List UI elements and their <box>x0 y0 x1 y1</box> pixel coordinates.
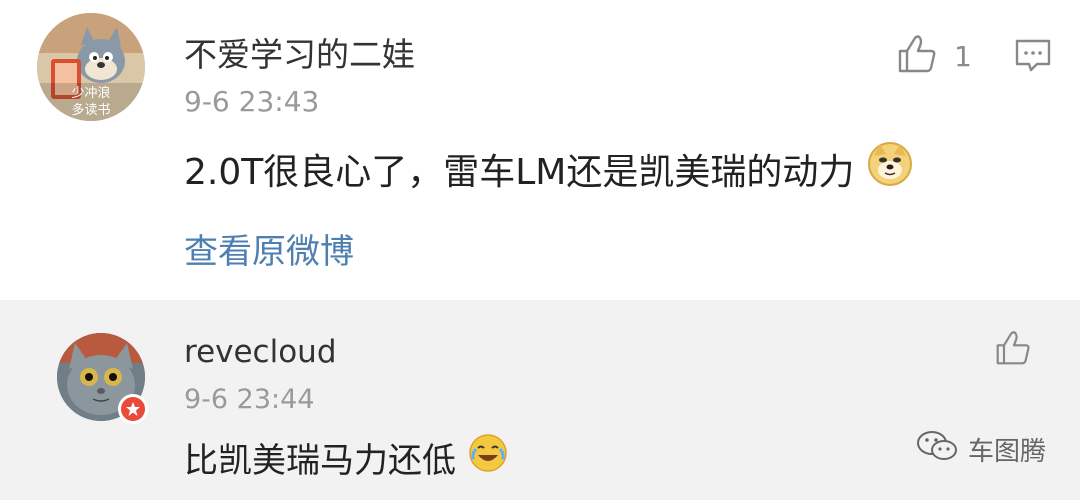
doge-emoji-icon <box>866 140 914 197</box>
like-button[interactable]: 1 <box>896 34 972 78</box>
thumbs-up-icon <box>994 330 1032 370</box>
reply-button[interactable] <box>1014 38 1052 78</box>
laugh-cry-emoji-icon <box>468 433 508 482</box>
wechat-watermark: 车图腾 <box>916 429 1046 470</box>
verified-badge-icon <box>118 394 148 424</box>
username[interactable]: 不爱学习的二娃 <box>184 28 415 76</box>
comment-item: 少冲浪 多读书 不爱学习的二娃 9-6 23:43 2.0T很良心了，雷车LM还… <box>0 0 1080 300</box>
comment-item: revecloud 9-6 23:44 比凯美瑞马力还低 <box>0 300 1080 500</box>
timestamp: 9-6 23:44 <box>184 384 315 415</box>
timestamp: 9-6 23:43 <box>184 85 320 118</box>
thumbs-up-icon <box>896 34 938 78</box>
comment-text: 2.0T很良心了，雷车LM还是凯美瑞的动力 <box>184 151 855 193</box>
wechat-icon <box>916 429 968 470</box>
avatar-label-2: 多读书 <box>71 102 110 118</box>
comment-icon <box>1014 39 1052 78</box>
username[interactable]: revecloud <box>184 334 337 370</box>
watermark-text: 车图腾 <box>967 437 1046 467</box>
avatar[interactable]: 少冲浪 多读书 <box>37 13 145 121</box>
avatar-label-1: 少冲浪 <box>71 86 110 101</box>
comment-text-row: 2.0T很良心了，雷车LM还是凯美瑞的动力 <box>184 140 914 197</box>
comment-text: 比凯美瑞马力还低 <box>184 441 456 481</box>
like-button[interactable] <box>994 330 1032 370</box>
view-original-weibo-link[interactable]: 查看原微博 <box>184 224 354 273</box>
like-count: 1 <box>954 39 972 73</box>
comment-text-row: 比凯美瑞马力还低 <box>184 433 508 482</box>
